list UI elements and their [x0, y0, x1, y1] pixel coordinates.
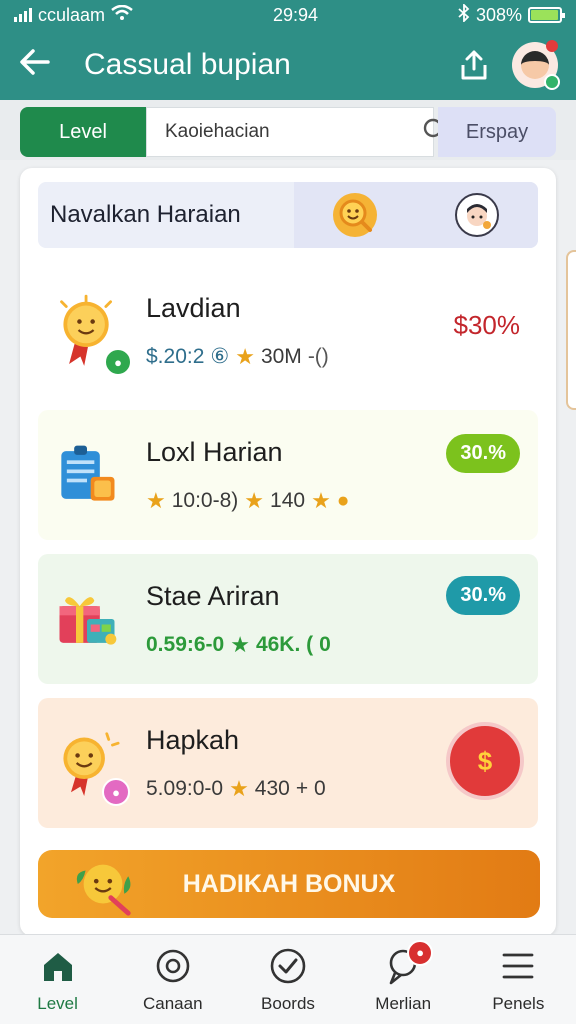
nav-label: Penels — [492, 993, 545, 1013]
star-icon: ★ — [230, 631, 250, 657]
signal-icon — [14, 8, 32, 22]
task-meta-right: ★ — [311, 487, 331, 513]
task-icon-wrap: ● — [38, 266, 136, 396]
nav-label: Boords — [261, 993, 315, 1013]
star-icon: ★ — [235, 343, 255, 369]
task-meta: ★ 10:0-8) ★ 140 ★ ● — [146, 488, 538, 514]
task-reward: 30.% — [446, 576, 520, 615]
filter-row: Level Erspay — [0, 100, 576, 160]
clipboard-icon — [54, 442, 120, 508]
check-circle-icon — [268, 946, 308, 986]
notification-dot — [546, 40, 558, 52]
task-meta: $.20:2 ⑥ ★ 30M -() — [146, 344, 538, 370]
tab-display[interactable]: Erspay — [438, 107, 556, 157]
nav-item-level[interactable]: Level — [8, 946, 108, 1014]
task-badge-icon: ● — [102, 778, 130, 806]
avatar[interactable] — [512, 40, 560, 90]
task-meta-mid: 30M — [260, 344, 302, 368]
gift-box-icon — [54, 586, 120, 652]
task-icon-wrap: ● — [38, 698, 136, 828]
task-reward: $ — [446, 722, 524, 800]
task-meta-left: 5.09:0-0 — [146, 776, 224, 800]
task-meta-mid: 430 — [254, 776, 290, 800]
status-left: cculaam — [14, 4, 133, 26]
app-bar: Cassual bupian — [0, 30, 576, 100]
task-row[interactable]: ● Lavdian $.20:2 ⑥ ★ 30M -() $30% — [38, 266, 538, 396]
section-title: Navalkan Haraian — [50, 201, 241, 228]
search-box[interactable] — [146, 107, 448, 157]
task-meta-mid: 140 — [270, 488, 306, 512]
bluetooth-icon — [458, 2, 470, 27]
bonus-label: HADIKAH BONUX — [182, 869, 396, 898]
task-meta-right: 0 — [319, 632, 331, 656]
bonus-button[interactable]: HADIKAH BONUX — [38, 850, 540, 918]
task-card: Navalkan Haraian ● Lavdian $.20:2 ⑥ ★ 30… — [20, 168, 556, 936]
online-status-dot — [544, 74, 560, 90]
tab-level[interactable]: Level — [20, 107, 146, 157]
star-icon: ★ — [244, 487, 265, 513]
menu-icon — [498, 946, 538, 986]
reward-text: $30% — [453, 310, 521, 340]
task-meta-right: + 0 — [295, 776, 326, 800]
nav-item-penels[interactable]: Penels — [468, 946, 568, 1014]
wifi-icon — [111, 4, 133, 26]
notification-badge: ● — [407, 939, 434, 966]
task-meta: 0.59:6-0 ★ 46K. ( 0 — [146, 632, 538, 658]
battery-text: 308% — [475, 4, 522, 25]
nav-label: Merlian — [375, 993, 432, 1013]
task-row[interactable]: Loxl Harian ★ 10:0-8) ★ 140 ★ ● 30.% — [38, 410, 538, 540]
section-icons — [294, 182, 538, 248]
task-row[interactable]: Stae Ariran 0.59:6-0 ★ 46K. ( 0 30.% — [38, 554, 538, 684]
next-card-peek — [566, 250, 576, 410]
task-meta-symbol: ⑥ — [210, 345, 230, 368]
battery-icon — [528, 7, 565, 23]
smile-fruit-icon — [72, 854, 136, 918]
task-row[interactable]: ● Hapkah 5.09:0-0 ★ 430 + 0 $ — [38, 698, 538, 828]
reward-pill: 30.% — [446, 434, 520, 473]
task-meta-mid: 46K. ( — [255, 632, 314, 656]
task-meta-left: 0.59:6-0 — [146, 632, 225, 656]
task-reward: $30% — [454, 310, 521, 341]
bottom-nav: Level Canaan Boords ● Merlian Penels — [0, 934, 576, 1024]
star-icon: ★ — [229, 775, 249, 801]
smile-magnifier-icon[interactable] — [333, 193, 377, 237]
task-icon-wrap — [38, 410, 136, 540]
nav-item-canaan[interactable]: Canaan — [123, 946, 223, 1014]
battery-fill — [531, 10, 558, 20]
lightbulb-icon: ● — [336, 488, 350, 512]
section-header: Navalkan Haraian — [38, 182, 538, 248]
home-icon — [38, 946, 78, 986]
search-input[interactable] — [165, 121, 410, 143]
page-title: Cassual bupian — [84, 48, 291, 81]
task-badge-icon: ● — [104, 348, 132, 376]
nav-label: Level — [37, 993, 78, 1013]
avatar-face — [521, 51, 549, 79]
reward-seal-icon: $ — [446, 722, 524, 800]
task-meta-right: -() — [307, 344, 329, 368]
target-icon — [153, 946, 193, 986]
task-meta-left: $.20:2 — [146, 344, 205, 368]
avatar-icon[interactable] — [455, 193, 499, 237]
task-meta-left: 10:0-8) — [171, 488, 239, 512]
nav-item-boords[interactable]: Boords — [238, 946, 338, 1014]
reward-pill: 30.% — [446, 576, 520, 615]
status-bar: cculaam 29:94 308% — [0, 0, 576, 30]
star-icon: ★ — [146, 487, 166, 513]
reward-seal-symbol: $ — [477, 746, 493, 776]
task-reward: 30.% — [446, 434, 520, 473]
carrier-name: cculaam — [38, 4, 106, 25]
nav-label: Canaan — [143, 993, 203, 1013]
share-icon[interactable] — [454, 45, 494, 85]
status-right: 308% — [458, 2, 565, 27]
nav-item-merlian[interactable]: ● Merlian — [353, 939, 453, 1014]
back-arrow-icon[interactable] — [18, 47, 62, 83]
task-icon-wrap — [38, 554, 136, 684]
status-time: 29:94 — [272, 4, 319, 25]
